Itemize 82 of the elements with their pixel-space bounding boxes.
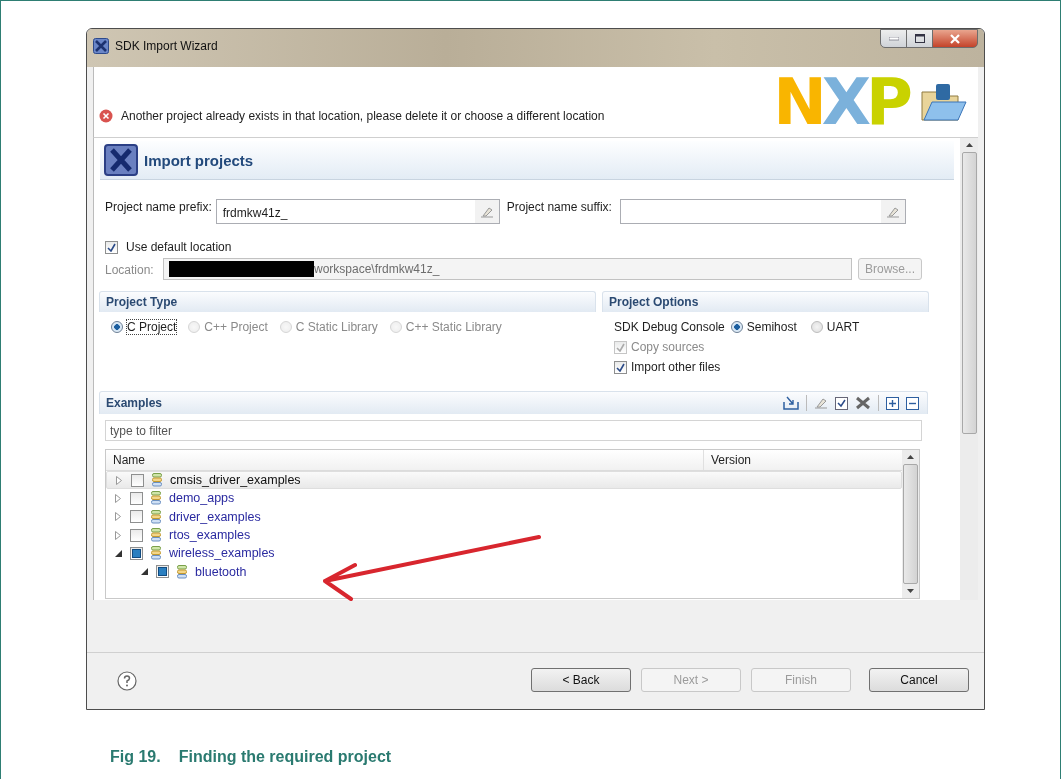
- radio-button[interactable]: [730, 321, 743, 333]
- scroll-down-icon[interactable]: [907, 589, 914, 593]
- checkbox-label: Use default location: [126, 240, 232, 254]
- tree-item[interactable]: cmsis_driver_examples: [170, 473, 301, 488]
- checkbox[interactable]: [105, 240, 118, 254]
- radio-button[interactable]: [810, 321, 823, 333]
- expand-arrow-icon[interactable]: [114, 493, 122, 503]
- error-icon: [99, 109, 113, 123]
- scrollbar[interactable]: [960, 138, 978, 600]
- checkbox[interactable]: [130, 491, 143, 505]
- radio-label: C Project: [127, 320, 177, 334]
- expand-arrow-icon[interactable]: [114, 512, 122, 522]
- scroll-up-icon[interactable]: [965, 143, 973, 147]
- expand-arrow-icon[interactable]: [114, 530, 122, 540]
- close-icon: [949, 33, 961, 44]
- prefix-label: Project name prefix:: [105, 199, 212, 214]
- window-title: SDK Import Wizard: [115, 39, 218, 53]
- library-icon: [152, 473, 162, 488]
- error-message: Another project already exists in that location, please delete it or choose a different location: [121, 109, 605, 123]
- radio-label: Semihost: [746, 320, 797, 334]
- tree-item[interactable]: driver_examples: [169, 509, 261, 524]
- radio-button[interactable]: [111, 321, 123, 333]
- help-icon[interactable]: [117, 671, 137, 691]
- minimize-icon: [888, 36, 899, 41]
- tree-item[interactable]: wireless_examples: [169, 546, 275, 561]
- back-button[interactable]: < Back: [531, 668, 631, 692]
- expand-all-icon[interactable]: [886, 396, 899, 410]
- column-header[interactable]: Version: [704, 450, 752, 470]
- collapse-arrow-icon[interactable]: [140, 568, 148, 576]
- location-label: Location:: [105, 261, 155, 277]
- library-icon: [177, 564, 187, 579]
- wizard-icon: [104, 144, 138, 176]
- clear-icon[interactable]: [880, 200, 905, 223]
- library-icon: [151, 509, 161, 524]
- select-all-icon[interactable]: [835, 396, 848, 410]
- radio-label: C Static Library: [295, 320, 378, 334]
- app-icon: [93, 38, 109, 54]
- figure-number: Fig 19.: [110, 748, 161, 766]
- checkbox[interactable]: [130, 546, 143, 560]
- library-icon: [151, 491, 161, 506]
- suffix-field[interactable]: [619, 199, 906, 224]
- checkbox[interactable]: [614, 360, 627, 374]
- collapse-all-icon[interactable]: [906, 396, 919, 410]
- radio-label: C++ Project: [204, 320, 268, 334]
- suffix-label: Project name suffix:: [506, 199, 612, 214]
- checkbox[interactable]: [130, 528, 143, 542]
- maximize-button[interactable]: [906, 29, 933, 48]
- checkbox[interactable]: [131, 473, 144, 487]
- group-title: Examples: [106, 396, 163, 410]
- tree-item[interactable]: bluetooth: [195, 564, 247, 579]
- tree-item[interactable]: demo_apps: [169, 491, 235, 506]
- collapse-arrow-icon[interactable]: [114, 549, 122, 557]
- close-button[interactable]: [932, 29, 978, 48]
- checkbox-label: Copy sources: [631, 340, 705, 354]
- column-header[interactable]: Name: [106, 450, 704, 470]
- group-title: Project Type: [106, 295, 178, 309]
- minimize-button[interactable]: [880, 29, 907, 48]
- expand-arrow-icon[interactable]: [115, 475, 123, 485]
- console-label: SDK Debug Console: [614, 320, 725, 334]
- library-icon: [151, 528, 161, 543]
- checkbox-label: Import other files: [631, 360, 721, 374]
- radio-label: C++ Static Library: [405, 320, 502, 334]
- import-icon[interactable]: [783, 396, 799, 410]
- page-title: Import projects: [144, 151, 254, 169]
- prefix-field[interactable]: frdmkw41z_: [215, 199, 500, 224]
- library-icon: [151, 546, 161, 561]
- maximize-icon: [914, 34, 925, 43]
- selected-row[interactable]: cmsis_driver_examples: [106, 471, 902, 490]
- group-title: Project Options: [609, 295, 699, 309]
- radio-label: UART: [826, 320, 860, 334]
- checkbox[interactable]: [156, 565, 169, 579]
- clear-icon[interactable]: [474, 200, 499, 223]
- scroll-up-icon[interactable]: [907, 455, 914, 459]
- checkbox[interactable]: [130, 510, 143, 524]
- logo: NXP: [773, 70, 908, 134]
- scrollbar[interactable]: [902, 450, 919, 598]
- filter-field[interactable]: type to filter: [105, 420, 922, 441]
- figure-caption: Finding the required project: [178, 748, 392, 766]
- cancel-button[interactable]: Cancel: [869, 668, 969, 692]
- tree-item[interactable]: rtos_examples: [169, 528, 251, 543]
- clear-icon[interactable]: [814, 397, 828, 409]
- deselect-all-icon[interactable]: [855, 396, 871, 410]
